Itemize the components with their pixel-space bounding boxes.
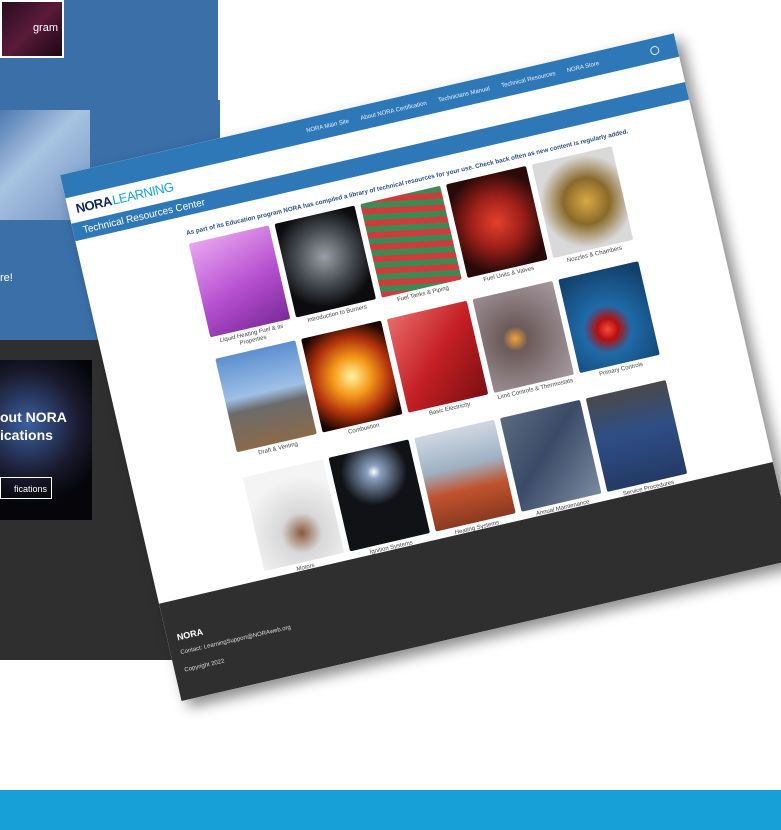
tile-draft-venting[interactable]: Draft & Venting xyxy=(215,340,319,462)
tile-combustion[interactable]: Combustion xyxy=(301,320,405,443)
tile-liquid-heating-fuel[interactable]: Liquid Heating Fuel & its Properties xyxy=(188,225,294,354)
tile-basic-electricity[interactable]: Basic Electricity xyxy=(386,300,491,423)
tile-annual-maintenance[interactable]: Annual Maintenance xyxy=(499,399,604,522)
bg-video-label: gram xyxy=(32,22,58,34)
tile-limit-controls[interactable]: Limit Controls & Thermostats xyxy=(472,280,577,403)
bg-more-text: re! xyxy=(0,272,13,284)
tile-nozzles-chambers[interactable]: Nozzles & Chambers xyxy=(531,146,636,268)
bg-bottom-band xyxy=(0,790,781,830)
tile-fuel-tanks-piping[interactable]: Fuel Tanks & Piping xyxy=(360,185,464,308)
bg-card-title-line2: ications xyxy=(0,427,53,443)
tile-ignition-systems[interactable]: Ignition Systems xyxy=(328,439,433,561)
tile-fuel-units-valves[interactable]: Fuel Units & Valves xyxy=(446,165,550,288)
bg-card-title-line1: out NORA xyxy=(0,409,67,425)
bg-card-title: out NORA ications xyxy=(0,408,67,444)
tile-service-procedures[interactable]: Service Procedures xyxy=(585,380,690,502)
tile-motors[interactable]: Motors xyxy=(242,459,347,581)
tile-primary-controls[interactable]: Primary Controls xyxy=(558,261,662,383)
bg-video-thumbnail[interactable]: gram xyxy=(0,0,64,58)
tile-introduction-to-burners[interactable]: Introduction to Burners xyxy=(274,205,379,328)
tile-heating-systems[interactable]: Heating Systems xyxy=(414,419,518,542)
bg-card-button[interactable]: fications xyxy=(0,477,52,499)
